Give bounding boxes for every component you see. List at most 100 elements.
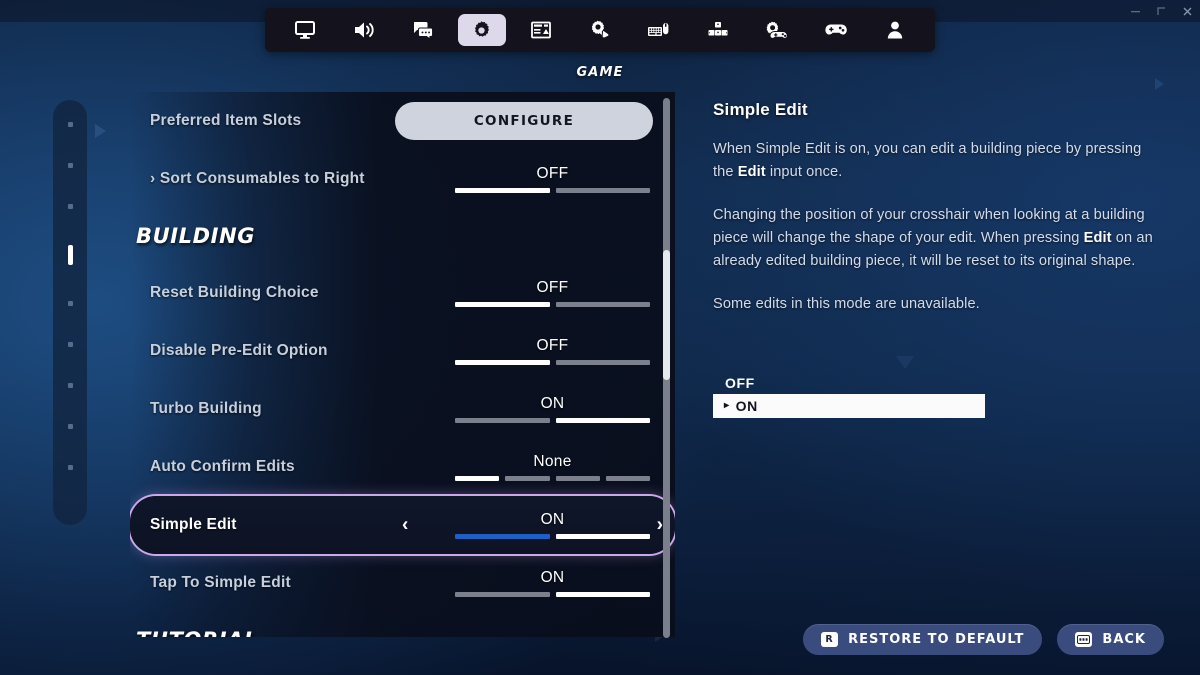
touch-settings-icon — [591, 20, 610, 39]
setting-row-turbo-building[interactable]: Turbo Building ON — [130, 380, 675, 438]
footer-actions: R RESTORE TO DEFAULT BACK — [803, 624, 1164, 655]
setting-row-reset-building-choice[interactable]: Reset Building Choice OFF — [130, 264, 675, 322]
rail-dot[interactable] — [67, 122, 73, 127]
segment[interactable] — [455, 476, 500, 481]
configure-button[interactable]: CONFIGURE — [395, 102, 653, 140]
option-off[interactable]: OFF — [713, 372, 985, 394]
option-label: OFF — [725, 375, 755, 391]
segment[interactable] — [555, 592, 650, 597]
settings-list: Preferred Item Slots CONFIGURE › Sort Co… — [130, 92, 675, 637]
setting-row-sort-consumables[interactable]: › Sort Consumables to Right OFF — [130, 150, 675, 208]
info-paragraph: When Simple Edit is on, you can edit a b… — [713, 138, 1161, 184]
close-button[interactable] — [1174, 0, 1200, 22]
setting-control[interactable]: ON — [430, 380, 675, 438]
setting-value: ON — [540, 511, 565, 528]
segment[interactable] — [555, 476, 600, 481]
gamepad-icon — [825, 24, 848, 35]
setting-row-tap-to-simple-edit[interactable]: Tap To Simple Edit ON — [130, 554, 675, 612]
tab-account[interactable] — [871, 14, 919, 46]
rail-dot[interactable] — [67, 383, 73, 388]
setting-control[interactable]: OFF — [430, 322, 675, 380]
minimize-button[interactable] — [1122, 0, 1148, 22]
decor-arrow — [95, 124, 106, 138]
segment[interactable] — [455, 534, 550, 539]
decor-arrow — [1155, 78, 1164, 90]
segment[interactable] — [555, 188, 650, 193]
account-icon — [888, 21, 903, 39]
setting-control[interactable]: ON — [430, 554, 675, 612]
chat-bubbles-icon — [413, 22, 433, 41]
segment-track[interactable] — [455, 476, 650, 481]
rail-dot-active[interactable] — [67, 245, 73, 265]
segment[interactable] — [555, 418, 650, 423]
setting-control[interactable]: None — [430, 438, 675, 496]
info-text-bold: Edit — [1083, 230, 1112, 246]
tab-input[interactable] — [576, 14, 624, 46]
back-button[interactable]: BACK — [1057, 624, 1164, 655]
setting-row-preferred-item-slots[interactable]: Preferred Item Slots CONFIGURE — [130, 92, 675, 150]
hud-layout-icon — [530, 21, 551, 39]
section-rail[interactable] — [53, 100, 87, 525]
setting-label: › Sort Consumables to Right — [150, 170, 365, 187]
r-key-icon: R — [821, 632, 839, 647]
tab-audio[interactable] — [340, 14, 388, 46]
segment[interactable] — [455, 302, 550, 307]
tab-keyboard-mouse[interactable] — [635, 14, 683, 46]
segment-track[interactable] — [455, 360, 650, 365]
segment[interactable] — [455, 188, 550, 193]
rail-dot[interactable] — [67, 163, 73, 168]
decrement-arrow-icon[interactable]: ‹ — [402, 516, 408, 535]
tab-builder[interactable] — [694, 14, 742, 46]
segment-track[interactable] — [455, 418, 650, 423]
option-list[interactable]: OFF ▸ ON — [713, 372, 985, 418]
segment-track[interactable] — [455, 592, 650, 597]
tab-controller-config[interactable] — [753, 14, 801, 46]
gear-icon — [475, 20, 490, 37]
setting-row-simple-edit[interactable]: Simple Edit ‹ › ON — [130, 494, 675, 556]
tab-video[interactable] — [281, 14, 329, 46]
setting-label: Auto Confirm Edits — [150, 458, 295, 475]
setting-label: Tap To Simple Edit — [150, 574, 291, 591]
rail-dot[interactable] — [67, 465, 73, 470]
tab-controller[interactable] — [812, 14, 860, 46]
info-paragraph: Some edits in this mode are unavailable. — [713, 293, 1161, 316]
segment[interactable] — [505, 476, 550, 481]
segment[interactable] — [555, 302, 650, 307]
segment[interactable] — [555, 534, 650, 539]
setting-value: OFF — [536, 337, 569, 354]
restore-to-default-button[interactable]: R RESTORE TO DEFAULT — [803, 624, 1043, 655]
tab-hud[interactable] — [517, 14, 565, 46]
rail-dot[interactable] — [67, 301, 73, 306]
rail-dot[interactable] — [67, 424, 73, 429]
settings-screen: GAME Preferred Item Slots CONFIGURE › So… — [0, 0, 1200, 675]
maximize-button[interactable] — [1148, 0, 1174, 22]
segment[interactable] — [455, 418, 550, 423]
rail-dot[interactable] — [67, 342, 73, 347]
setting-row-auto-confirm-edits[interactable]: Auto Confirm Edits None — [130, 438, 675, 496]
rail-dot[interactable] — [67, 204, 73, 209]
tab-social[interactable] — [399, 14, 447, 46]
settings-scrollbar[interactable] — [663, 98, 670, 638]
caret-right-icon: ▸ — [724, 400, 730, 411]
segment[interactable] — [555, 360, 650, 365]
segment-track[interactable] — [455, 534, 650, 539]
tab-game[interactable] — [457, 14, 506, 46]
segment[interactable] — [605, 476, 650, 481]
setting-value: OFF — [536, 165, 569, 182]
monitor-icon — [294, 21, 315, 39]
settings-tab-bar[interactable]: GAME — [265, 8, 935, 80]
segment-track[interactable] — [455, 302, 650, 307]
info-text: Some edits in this mode are unavailable. — [713, 296, 980, 312]
building-blocks-icon — [708, 22, 728, 36]
back-label: BACK — [1102, 632, 1146, 647]
segment[interactable] — [455, 360, 550, 365]
setting-control[interactable]: OFF — [430, 150, 675, 208]
setting-row-disable-pre-edit-option[interactable]: Disable Pre-Edit Option OFF — [130, 322, 675, 380]
segment-track[interactable] — [455, 188, 650, 193]
segment[interactable] — [455, 592, 550, 597]
scrollbar-thumb[interactable] — [663, 250, 670, 380]
info-panel: Simple Edit When Simple Edit is on, you … — [713, 100, 1161, 336]
option-on-selected[interactable]: ▸ ON — [713, 394, 985, 418]
setting-control[interactable]: ON — [430, 496, 675, 554]
setting-control[interactable]: OFF — [430, 264, 675, 322]
